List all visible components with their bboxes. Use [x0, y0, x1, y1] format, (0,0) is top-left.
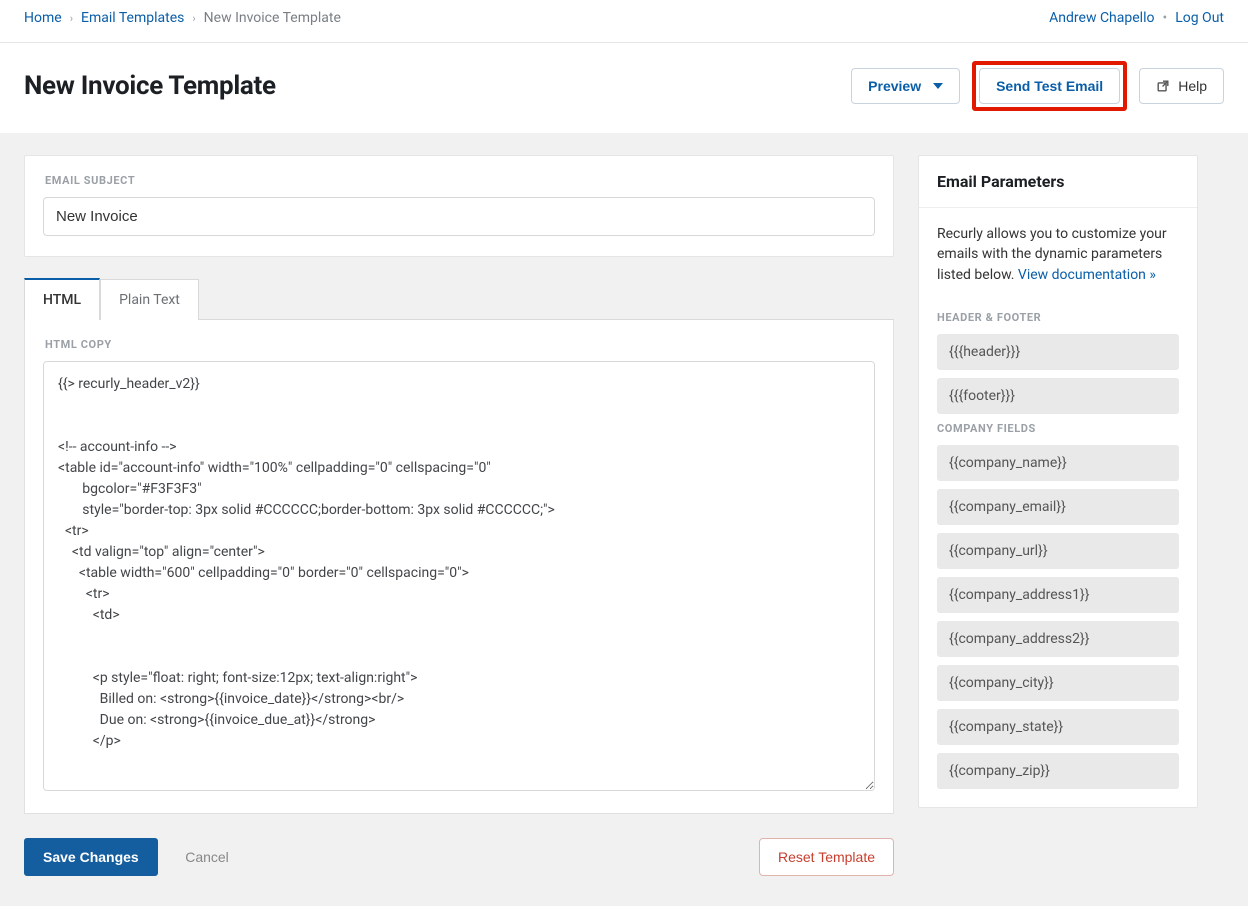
- editor-panel: HTML COPY: [24, 319, 894, 814]
- parameter-group-label: HEADER & FOOTER: [937, 311, 1179, 324]
- parameter-group-label: COMPANY FIELDS: [937, 422, 1179, 435]
- save-changes-button[interactable]: Save Changes: [24, 838, 158, 876]
- email-parameters-panel: Email Parameters Recurly allows you to c…: [918, 155, 1198, 808]
- top-bar: Home › Email Templates › New Invoice Tem…: [0, 0, 1248, 43]
- breadcrumb-home-link[interactable]: Home: [24, 10, 62, 26]
- help-button-label: Help: [1178, 78, 1207, 94]
- email-parameters-intro: Recurly allows you to customize your ema…: [919, 208, 1197, 305]
- parameter-pill[interactable]: {{{footer}}}: [937, 378, 1179, 414]
- email-subject-label: EMAIL SUBJECT: [45, 174, 875, 187]
- breadcrumb: Home › Email Templates › New Invoice Tem…: [24, 10, 341, 26]
- editor-tabs: HTML Plain Text: [24, 277, 894, 319]
- parameter-pill[interactable]: {{company_url}}: [937, 533, 1179, 569]
- editor-tabs-wrap: HTML Plain Text HTML COPY: [24, 277, 894, 814]
- send-test-email-button[interactable]: Send Test Email: [979, 68, 1120, 104]
- email-subject-panel: EMAIL SUBJECT: [24, 155, 894, 257]
- preview-button-label: Preview: [868, 78, 921, 94]
- parameter-pill[interactable]: {{company_zip}}: [937, 753, 1179, 789]
- html-copy-textarea[interactable]: [43, 361, 875, 791]
- parameter-groups: HEADER & FOOTER {{{header}}} {{{footer}}} C…: [919, 305, 1197, 807]
- parameter-pill[interactable]: {{{header}}}: [937, 334, 1179, 370]
- header-actions: Preview Send Test Email Help: [851, 61, 1224, 111]
- parameter-pill[interactable]: {{company_city}}: [937, 665, 1179, 701]
- parameter-pill[interactable]: {{company_state}}: [937, 709, 1179, 745]
- logout-link[interactable]: Log Out: [1175, 10, 1224, 26]
- email-subject-input[interactable]: [43, 197, 875, 236]
- external-link-icon: [1156, 79, 1170, 93]
- main-column: EMAIL SUBJECT HTML Plain Text HTML COPY …: [24, 155, 894, 876]
- tab-html[interactable]: HTML: [24, 278, 100, 320]
- parameter-pill[interactable]: {{company_address1}}: [937, 577, 1179, 613]
- content-area: EMAIL SUBJECT HTML Plain Text HTML COPY …: [0, 133, 1248, 906]
- reset-template-button[interactable]: Reset Template: [759, 838, 894, 876]
- tab-plain-text[interactable]: Plain Text: [100, 279, 199, 320]
- page-header: New Invoice Template Preview Send Test E…: [0, 43, 1248, 133]
- email-parameters-title: Email Parameters: [919, 156, 1197, 208]
- chevron-right-icon: ›: [190, 12, 197, 25]
- separator-dot-icon: •: [1162, 10, 1167, 26]
- highlight-outline: Send Test Email: [972, 61, 1127, 111]
- side-column: Email Parameters Recurly allows you to c…: [918, 155, 1198, 808]
- chevron-down-icon: [933, 83, 943, 89]
- breadcrumb-templates-link[interactable]: Email Templates: [81, 10, 184, 26]
- send-test-email-label: Send Test Email: [996, 78, 1103, 94]
- help-button[interactable]: Help: [1139, 68, 1224, 104]
- cancel-button[interactable]: Cancel: [179, 848, 235, 866]
- user-name-link[interactable]: Andrew Chapello: [1049, 10, 1154, 26]
- breadcrumb-current: New Invoice Template: [204, 10, 341, 26]
- parameter-pill[interactable]: {{company_name}}: [937, 445, 1179, 481]
- view-documentation-link[interactable]: View documentation »: [1018, 267, 1156, 283]
- page-title: New Invoice Template: [24, 71, 276, 101]
- user-links: Andrew Chapello • Log Out: [1049, 10, 1224, 26]
- parameter-pill[interactable]: {{company_email}}: [937, 489, 1179, 525]
- html-copy-label: HTML COPY: [45, 338, 875, 351]
- footer-actions: Save Changes Cancel Reset Template: [24, 838, 894, 876]
- parameter-pill[interactable]: {{company_address2}}: [937, 621, 1179, 657]
- preview-button[interactable]: Preview: [851, 68, 960, 104]
- chevron-right-icon: ›: [68, 12, 75, 25]
